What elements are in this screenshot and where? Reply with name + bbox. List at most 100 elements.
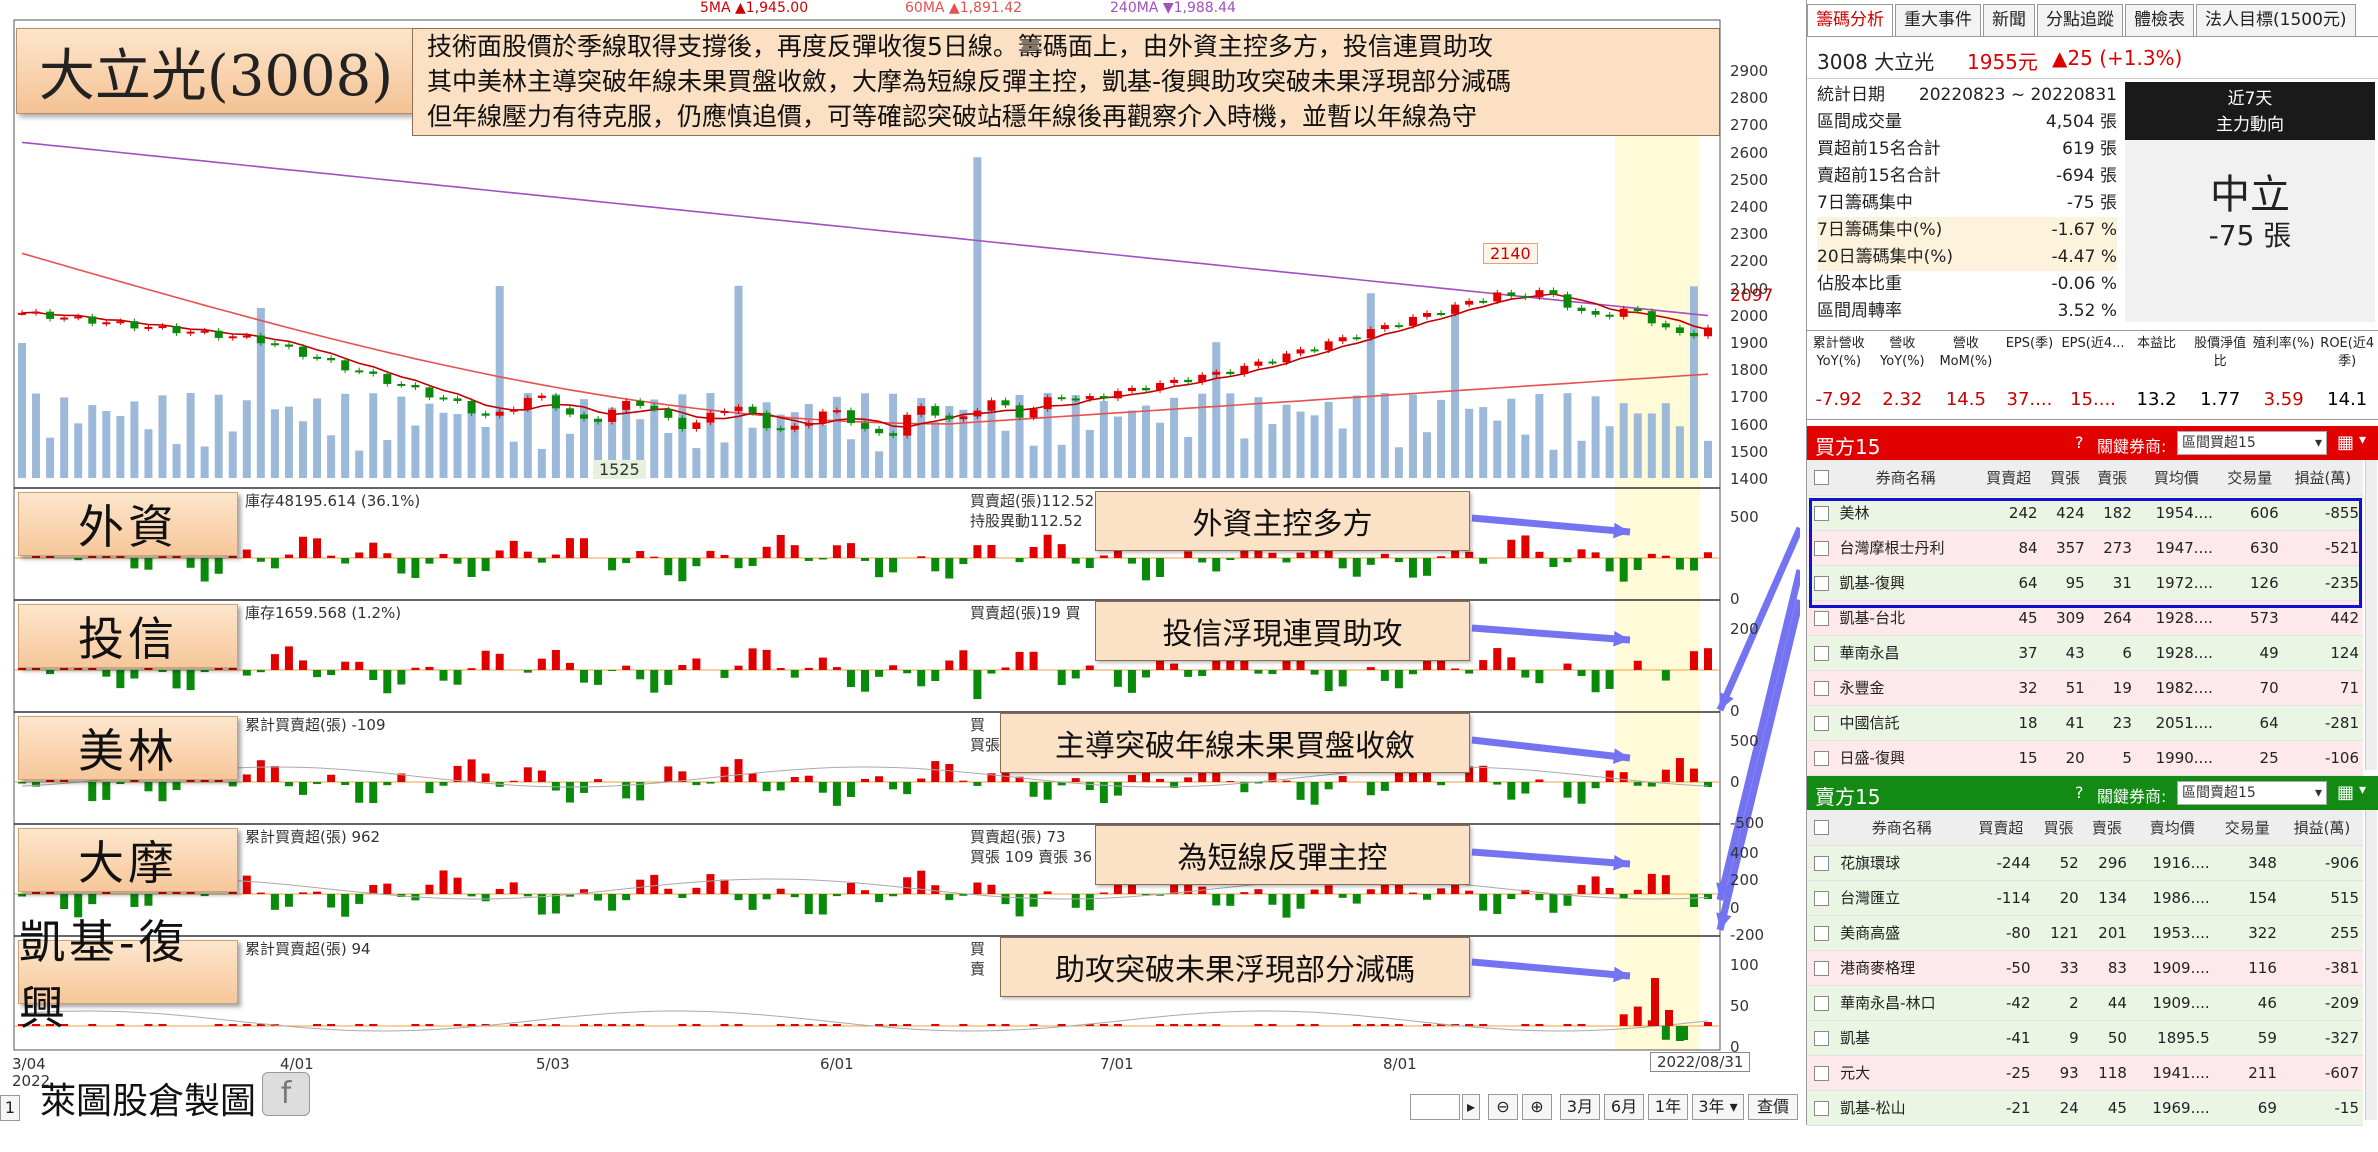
table-row[interactable]: 華南永昌-林口 -42 2 44 1909.... 46 -209 — [1807, 985, 2363, 1021]
table-cell: -209 — [2280, 985, 2363, 1021]
volume-bar — [355, 450, 364, 478]
table-cell: 1982.... — [2135, 670, 2217, 706]
tab-news[interactable]: 新聞 — [1983, 4, 2035, 36]
checkbox[interactable] — [1813, 680, 1829, 696]
buy-broker-select[interactable]: 區間買超15 ▾ — [2177, 431, 2327, 455]
flow-bar — [959, 780, 968, 782]
table-row[interactable]: 凱基-松山 -21 24 45 1969.... 69 -15 — [1807, 1090, 2363, 1126]
flow-bar — [551, 554, 560, 558]
checkbox[interactable] — [1814, 855, 1830, 871]
table-row[interactable]: 台灣匯立 -114 20 134 1986.... 154 515 — [1807, 880, 2363, 916]
column-header[interactable]: 損益(萬) — [2282, 460, 2363, 496]
tab-health-check[interactable]: 體檢表 — [2125, 4, 2194, 36]
range-3m-button[interactable]: 3月 — [1560, 1094, 1600, 1120]
help-icon[interactable]: ? — [2075, 783, 2084, 802]
flow-bar — [1071, 894, 1080, 908]
table-cell: 44 — [2082, 985, 2131, 1021]
column-header[interactable]: 賣均價 — [2130, 810, 2214, 846]
checkbox[interactable] — [1813, 610, 1829, 626]
checkbox[interactable] — [1814, 1100, 1830, 1116]
chevron-down-icon[interactable]: ▾ — [2359, 782, 2366, 798]
volume-bar — [102, 411, 111, 478]
checkbox[interactable] — [1813, 715, 1829, 731]
chevron-down-icon[interactable]: ▾ — [2359, 432, 2366, 448]
checkbox[interactable] — [1813, 470, 1829, 486]
flow-bar — [1099, 1024, 1108, 1026]
volume-bar — [200, 446, 209, 478]
facebook-icon[interactable]: f — [262, 1072, 310, 1116]
tab-broker-tracking[interactable]: 分點追蹤 — [2037, 4, 2123, 36]
flow-bar — [186, 670, 195, 691]
checkbox[interactable] — [1814, 1030, 1830, 1046]
date-input[interactable] — [1410, 1094, 1460, 1120]
checkbox[interactable] — [1814, 960, 1830, 976]
flow-bar — [1268, 894, 1277, 905]
column-header[interactable]: 買賣超 — [1975, 460, 2042, 496]
volume-bar — [411, 425, 420, 478]
column-header[interactable]: 買賣超 — [1967, 810, 2035, 846]
sell-broker-select[interactable]: 區間賣超15 ▾ — [2177, 781, 2327, 805]
column-header[interactable]: 券商名稱 — [1835, 460, 1976, 496]
query-button[interactable]: 查價 — [1748, 1094, 1798, 1120]
table-row[interactable]: 花旗環球 -244 52 296 1916.... 348 -906 — [1807, 845, 2363, 881]
checkbox[interactable] — [1814, 890, 1830, 906]
table-row[interactable]: 美商高盛 -80 121 201 1953.... 322 255 — [1807, 915, 2363, 951]
tab-chip-analysis[interactable]: 籌碼分析 — [1807, 4, 1893, 36]
flow-bar — [1521, 1024, 1530, 1026]
arrow-right-icon[interactable]: ▸ — [1462, 1094, 1480, 1120]
checkbox[interactable] — [1814, 995, 1830, 1011]
column-header[interactable]: 買張 — [2034, 810, 2083, 846]
column-header[interactable]: 交易量 — [2216, 460, 2283, 496]
flow-bar — [453, 670, 462, 685]
grid-icon[interactable]: ▦ — [2337, 432, 2354, 453]
table-cell: 118 — [2082, 1055, 2131, 1091]
volume-bar — [973, 157, 982, 478]
table-row[interactable]: 中國信託 18 41 23 2051.... 64 -281 — [1807, 705, 2363, 741]
flow-bar — [1394, 1024, 1403, 1026]
scrollbar[interactable] — [2365, 460, 2377, 770]
column-header[interactable]: 買均價 — [2135, 460, 2217, 496]
scrollbar[interactable] — [2365, 810, 2377, 1120]
checkbox[interactable] — [1813, 750, 1829, 766]
table-row[interactable]: 華南永昌 37 43 6 1928.... 49 124 — [1807, 635, 2363, 671]
flow-bar — [1577, 549, 1586, 558]
volume-bar — [1324, 401, 1333, 478]
checkbox[interactable] — [1814, 925, 1830, 941]
flow-bar — [355, 782, 364, 803]
checkbox[interactable] — [1814, 1065, 1830, 1081]
column-header[interactable]: 交易量 — [2213, 810, 2281, 846]
tab-target-price[interactable]: 法人目標(1500元) — [2196, 4, 2356, 36]
column-header[interactable]: 賣張 — [2082, 810, 2131, 846]
range-3y-button[interactable]: 3年 ▾ — [1692, 1094, 1744, 1120]
zoom-in-icon[interactable]: ⊕ — [1522, 1094, 1552, 1120]
tab-major-events[interactable]: 重大事件 — [1895, 4, 1981, 36]
range-1y-button[interactable]: 1年 — [1648, 1094, 1688, 1120]
analysis-note: 技術面股價於季線取得支撐後，再度反彈收復5日線。籌碼面上，由外資主控多方，投信連… — [412, 28, 1720, 136]
table-row[interactable]: 凱基 -41 9 50 1895.5 59 -327 — [1807, 1020, 2363, 1056]
table-row[interactable]: 元大 -25 93 118 1941.... 211 -607 — [1807, 1055, 2363, 1091]
flow-bar — [790, 894, 799, 898]
stat-key: 統計日期 — [1817, 85, 1885, 105]
grid-icon[interactable]: ▦ — [2337, 782, 2354, 803]
column-header[interactable]: 買張 — [2041, 460, 2089, 496]
panel-y-tick: 200 — [1730, 871, 1759, 890]
column-header[interactable]: 損益(萬) — [2280, 810, 2363, 846]
column-header[interactable]: 賣張 — [2088, 460, 2136, 496]
flow-bar — [88, 894, 97, 905]
table-row[interactable]: 港商麥格理 -50 33 83 1909.... 116 -381 — [1807, 950, 2363, 986]
arrow-line — [1471, 736, 1631, 762]
table-row[interactable]: 永豐金 32 51 19 1982.... 70 71 — [1807, 670, 2363, 706]
zoom-out-icon[interactable]: ⊖ — [1488, 1094, 1518, 1120]
column-header[interactable]: 券商名稱 — [1836, 810, 1968, 846]
candle-body — [678, 417, 687, 429]
table-row[interactable]: 日盛-復興 15 20 5 1990.... 25 -106 — [1807, 740, 2363, 776]
checkbox[interactable] — [1813, 645, 1829, 661]
table-cell: 49 — [2216, 635, 2283, 671]
range-6m-button[interactable]: 6月 — [1604, 1094, 1644, 1120]
help-icon[interactable]: ? — [2075, 433, 2084, 452]
flow-bar — [425, 666, 434, 670]
page-number[interactable]: 1 — [0, 1095, 20, 1121]
flow-bar — [580, 670, 588, 683]
candle-body — [1689, 333, 1698, 337]
checkbox[interactable] — [1814, 820, 1830, 836]
